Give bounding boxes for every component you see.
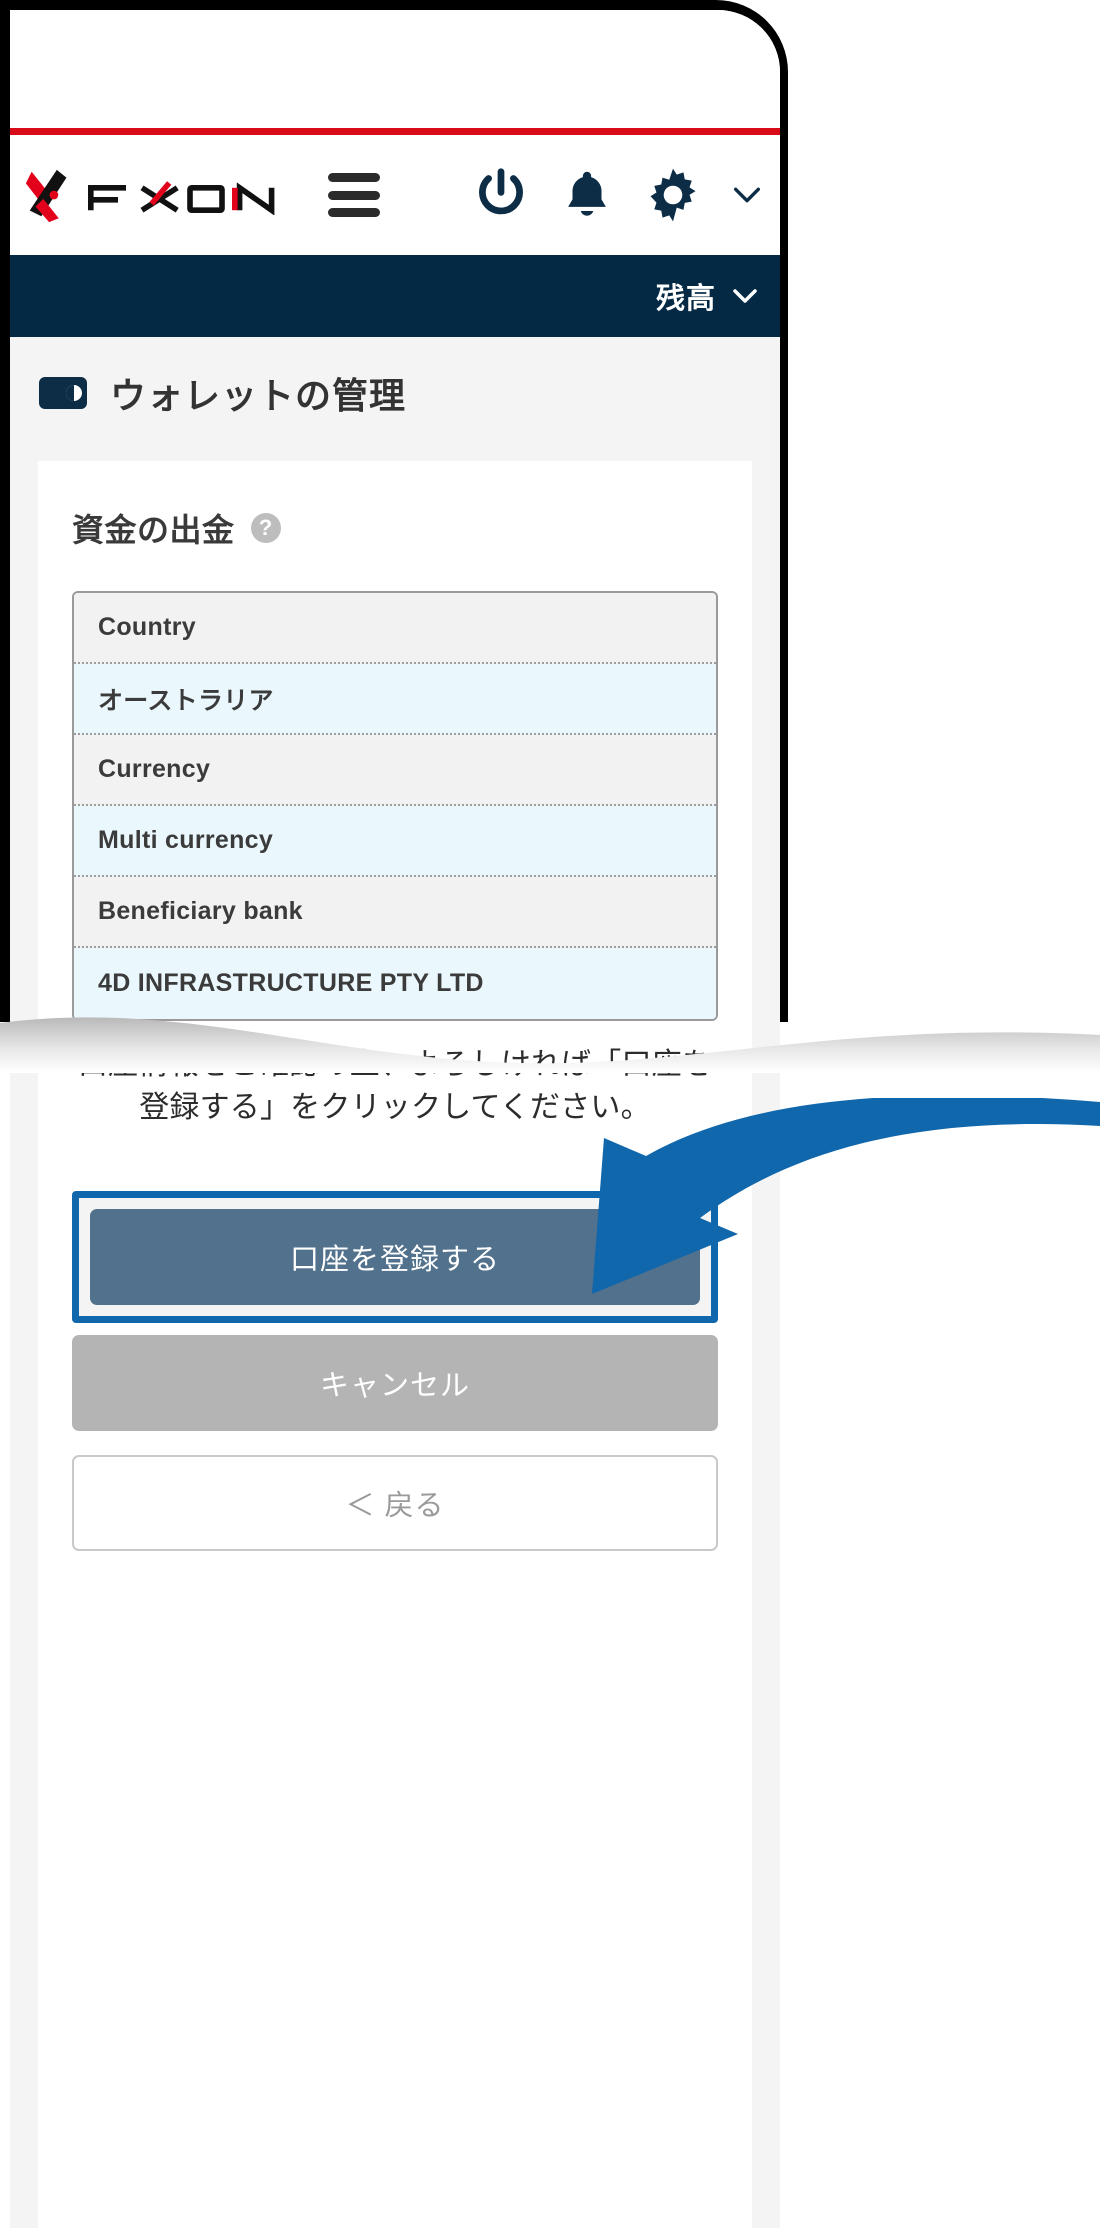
browser-chrome [10, 10, 780, 128]
fxon-logo-mark [25, 169, 67, 223]
header-icon-group [470, 164, 780, 226]
cancel-button[interactable]: キャンセル [72, 1335, 718, 1432]
lower-panel: 口座情報をご確認の上、よろしければ「口座を登録する」をクリックしてください。 口… [0, 1022, 788, 2228]
card-title: 資金の出金 [72, 512, 235, 548]
fxon-logo-wordmark [88, 181, 275, 215]
register-account-button[interactable]: 口座を登録する [90, 1209, 700, 1306]
hamburger-bar [328, 208, 380, 217]
bank-info-table: Country オーストラリア Currency Multi currency … [72, 591, 718, 1021]
bell-icon[interactable] [558, 165, 616, 225]
brand-accent-rule [10, 128, 780, 135]
page-title: ウォレットの管理 [110, 375, 407, 416]
hamburger-menu-icon[interactable] [328, 173, 380, 217]
gear-icon[interactable] [642, 164, 704, 226]
hamburger-bar [328, 190, 380, 200]
wave-shape [0, 1017, 1100, 1073]
chevron-down-icon[interactable] [730, 178, 764, 212]
balance-bar[interactable]: 残高 [10, 255, 780, 337]
screenshot-root: 残高 ウォレットの管理 資金の出金 ? Country オーストラリア Curr… [0, 0, 1100, 2228]
hamburger-bar [328, 173, 380, 182]
wallet-icon [39, 377, 87, 409]
site-header [10, 135, 780, 255]
primary-button-highlight: 口座を登録する [72, 1191, 718, 1324]
withdrawal-card: 資金の出金 ? Country オーストラリア Currency Multi c… [38, 461, 752, 1041]
balance-label: 残高 [655, 283, 716, 315]
brand-logo[interactable] [22, 166, 286, 224]
chevron-down-icon[interactable] [730, 281, 760, 311]
help-circle-icon[interactable]: ? [250, 513, 281, 543]
confirm-card: 口座情報をご確認の上、よろしければ「口座を登録する」をクリックしてください。 口… [38, 1022, 752, 2228]
lower-screen: 口座情報をご確認の上、よろしければ「口座を登録する」をクリックしてください。 口… [10, 1022, 780, 2228]
table-row: Currency [74, 735, 716, 806]
table-row: オーストラリア [74, 664, 716, 735]
table-row: 4D INFRASTRUCTURE PTY LTD [74, 948, 716, 1019]
power-icon[interactable] [470, 164, 532, 226]
page-break-wave [0, 1013, 1100, 1073]
action-button-stack: 口座を登録する キャンセル ＜ 戻る [72, 1191, 718, 1552]
table-row: Country [74, 593, 716, 664]
table-row: Multi currency [74, 806, 716, 877]
card-header: 資金の出金 ? [72, 505, 718, 551]
page-header: ウォレットの管理 [10, 337, 780, 419]
back-button[interactable]: ＜ 戻る [72, 1455, 718, 1552]
table-row: Beneficiary bank [74, 877, 716, 948]
